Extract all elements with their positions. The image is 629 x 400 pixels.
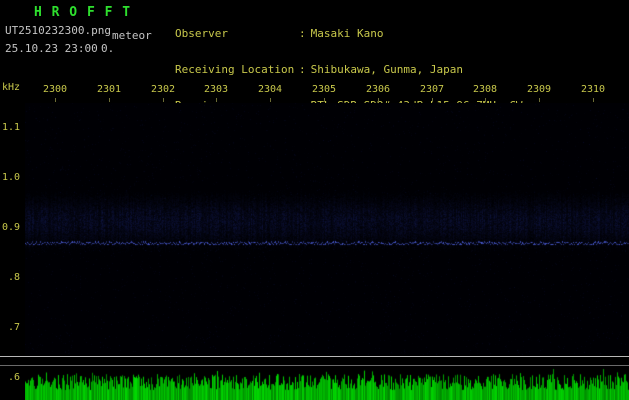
x-tick-mark: [270, 98, 271, 102]
app-title: H R O F F T: [34, 5, 132, 20]
x-tick-mark: [55, 98, 56, 102]
divider-line-top: [0, 356, 629, 357]
info-colon: :: [299, 27, 306, 40]
x-tick-label: 2301: [96, 84, 122, 95]
divider-line-bottom: [0, 365, 629, 366]
x-tick-label: 2309: [526, 84, 552, 95]
y-tick-label: 0.9: [1, 222, 20, 233]
info-value: Shibukawa, Gunma, Japan: [310, 63, 463, 76]
x-tick-mark: [485, 98, 486, 102]
x-tick-label: 2306: [365, 84, 391, 95]
info-label: Receiving Location: [175, 63, 295, 76]
x-tick-label: 2308: [472, 84, 498, 95]
y-tick-label: .8: [7, 272, 20, 283]
info-colon: :: [299, 63, 306, 76]
y-tick-label: .6: [7, 372, 20, 383]
x-tick-label: 2304: [257, 84, 283, 95]
x-tick-mark: [378, 98, 379, 102]
echo-count-label: 0.: [101, 42, 115, 55]
y-axis-unit: kHz: [2, 82, 21, 93]
x-tick-mark: [109, 98, 110, 102]
x-tick-mark: [432, 98, 433, 102]
x-tick-label: 2303: [203, 84, 229, 95]
x-tick-label: 2305: [311, 84, 337, 95]
y-tick-label: 1.0: [1, 172, 20, 183]
y-tick-label: 1.1: [1, 122, 20, 133]
info-row: Observer: Masaki Kano: [175, 28, 523, 40]
output-filename: UT2510232300.png: [5, 24, 111, 37]
hrofft-screen: H R O F F T UT2510232300.png meteor 25.1…: [0, 0, 629, 400]
info-label: Observer: [175, 27, 228, 40]
x-tick-label: 2307: [419, 84, 445, 95]
x-tick-label: 2302: [150, 84, 176, 95]
x-tick-label: 2300: [42, 84, 68, 95]
x-tick-mark: [163, 98, 164, 102]
info-row: Receiving Location: Shibukawa, Gunma, Jap…: [175, 64, 523, 76]
station-label: meteor: [112, 29, 152, 42]
x-tick-mark: [324, 98, 325, 102]
info-value: Masaki Kano: [310, 27, 384, 40]
signal-level-canvas: [25, 368, 629, 400]
spectrogram-canvas: [25, 103, 629, 355]
x-tick-mark: [593, 98, 594, 102]
x-tick-label: 2310: [580, 84, 606, 95]
x-tick-mark: [216, 98, 217, 102]
y-tick-label: .7: [7, 322, 20, 333]
x-tick-mark: [539, 98, 540, 102]
datetime-label: 25.10.23 23:00: [5, 42, 98, 55]
